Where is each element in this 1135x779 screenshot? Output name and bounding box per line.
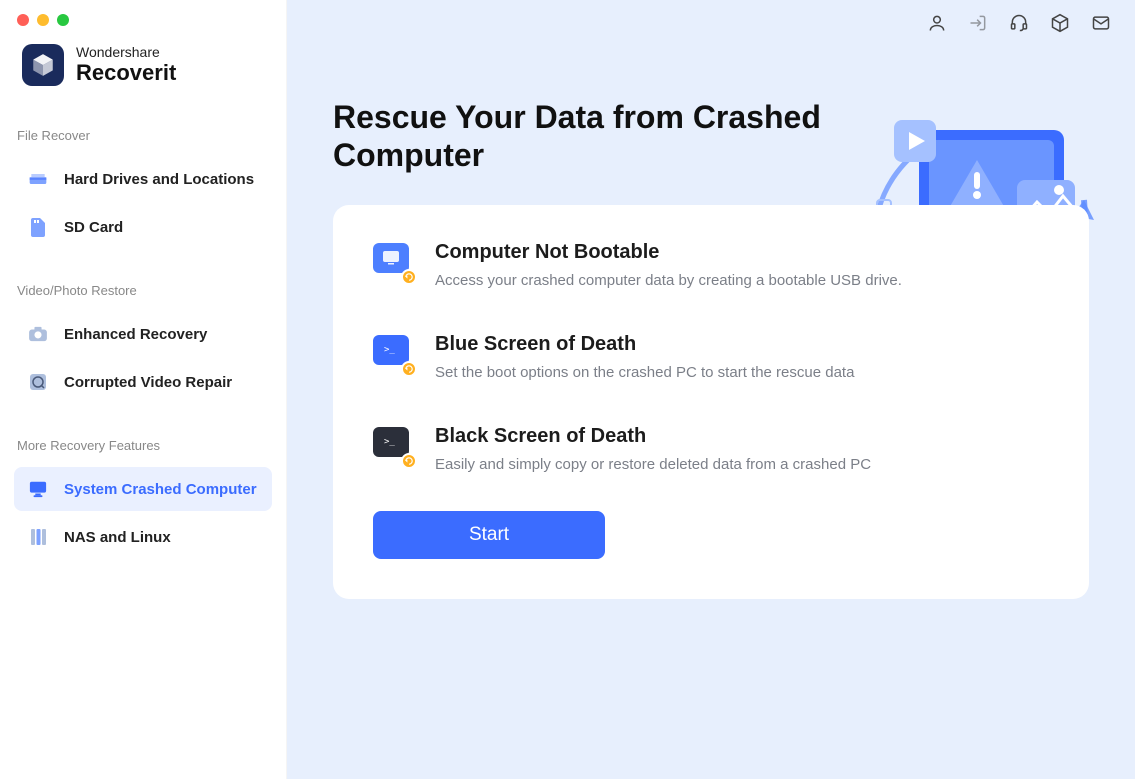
sidebar-item-label: Enhanced Recovery (64, 326, 207, 343)
brand-logo-icon (22, 44, 64, 86)
camera-icon (28, 324, 48, 344)
sidebar-item-system-crashed-computer[interactable]: System Crashed Computer (14, 467, 272, 511)
sidebar-item-label: Corrupted Video Repair (64, 374, 232, 391)
sidebar-item-corrupted-video-repair[interactable]: Corrupted Video Repair (14, 360, 272, 404)
start-button[interactable]: Start (373, 511, 605, 559)
feature-title: Blue Screen of Death (435, 333, 1037, 356)
sidebar-item-label: SD Card (64, 219, 123, 236)
user-icon[interactable] (927, 13, 947, 33)
feature-desc: Set the boot options on the crashed PC t… (435, 362, 1037, 383)
monitor-icon (28, 479, 48, 499)
feature-title: Computer Not Bootable (435, 241, 1037, 264)
computer-not-bootable-icon (373, 243, 413, 281)
cube-icon[interactable] (1050, 13, 1070, 33)
sidebar-section-label: Video/Photo Restore (0, 283, 286, 298)
brand-name-top: Wondershare (76, 45, 176, 60)
window-controls (0, 0, 286, 26)
feature-blue-screen: >_ Blue Screen of Death Set the boot opt… (373, 333, 1037, 383)
sidebar-item-enhanced-recovery[interactable]: Enhanced Recovery (14, 312, 272, 356)
headset-icon[interactable] (1009, 13, 1029, 33)
sidebar-section-label: File Recover (0, 128, 286, 143)
page-title: Rescue Your Data from Crashed Computer (287, 46, 847, 175)
login-icon[interactable] (968, 13, 988, 33)
feature-desc: Access your crashed computer data by cre… (435, 270, 1037, 291)
sidebar-section-label: More Recovery Features (0, 438, 286, 453)
sidebar: Wondershare Recoverit File Recover Hard … (0, 0, 287, 779)
maximize-window-button[interactable] (57, 14, 69, 26)
main-panel: Rescue Your Data from Crashed Computer (287, 0, 1135, 779)
nas-icon (28, 527, 48, 547)
feature-desc: Easily and simply copy or restore delete… (435, 454, 1037, 475)
close-window-button[interactable] (17, 14, 29, 26)
sidebar-item-nas-linux[interactable]: NAS and Linux (14, 515, 272, 559)
repair-icon (28, 372, 48, 392)
black-screen-icon: >_ (373, 427, 413, 465)
svg-text:>_: >_ (384, 345, 395, 355)
blue-screen-icon: >_ (373, 335, 413, 373)
mail-icon[interactable] (1091, 13, 1111, 33)
feature-black-screen: >_ Black Screen of Death Easily and simp… (373, 425, 1037, 475)
feature-title: Black Screen of Death (435, 425, 1037, 448)
features-card: Computer Not Bootable Access your crashe… (333, 205, 1089, 599)
feature-not-bootable: Computer Not Bootable Access your crashe… (373, 241, 1037, 291)
topbar (287, 0, 1135, 46)
brand: Wondershare Recoverit (0, 26, 286, 86)
sidebar-item-label: NAS and Linux (64, 529, 171, 546)
sidebar-item-sd-card[interactable]: SD Card (14, 205, 272, 249)
svg-text:>_: >_ (384, 437, 395, 447)
brand-name-bottom: Recoverit (76, 61, 176, 85)
sidebar-item-label: System Crashed Computer (64, 481, 257, 498)
sd-card-icon (28, 217, 48, 237)
minimize-window-button[interactable] (37, 14, 49, 26)
sidebar-item-label: Hard Drives and Locations (64, 171, 254, 188)
sidebar-item-hard-drives[interactable]: Hard Drives and Locations (14, 157, 272, 201)
hdd-icon (28, 169, 48, 189)
